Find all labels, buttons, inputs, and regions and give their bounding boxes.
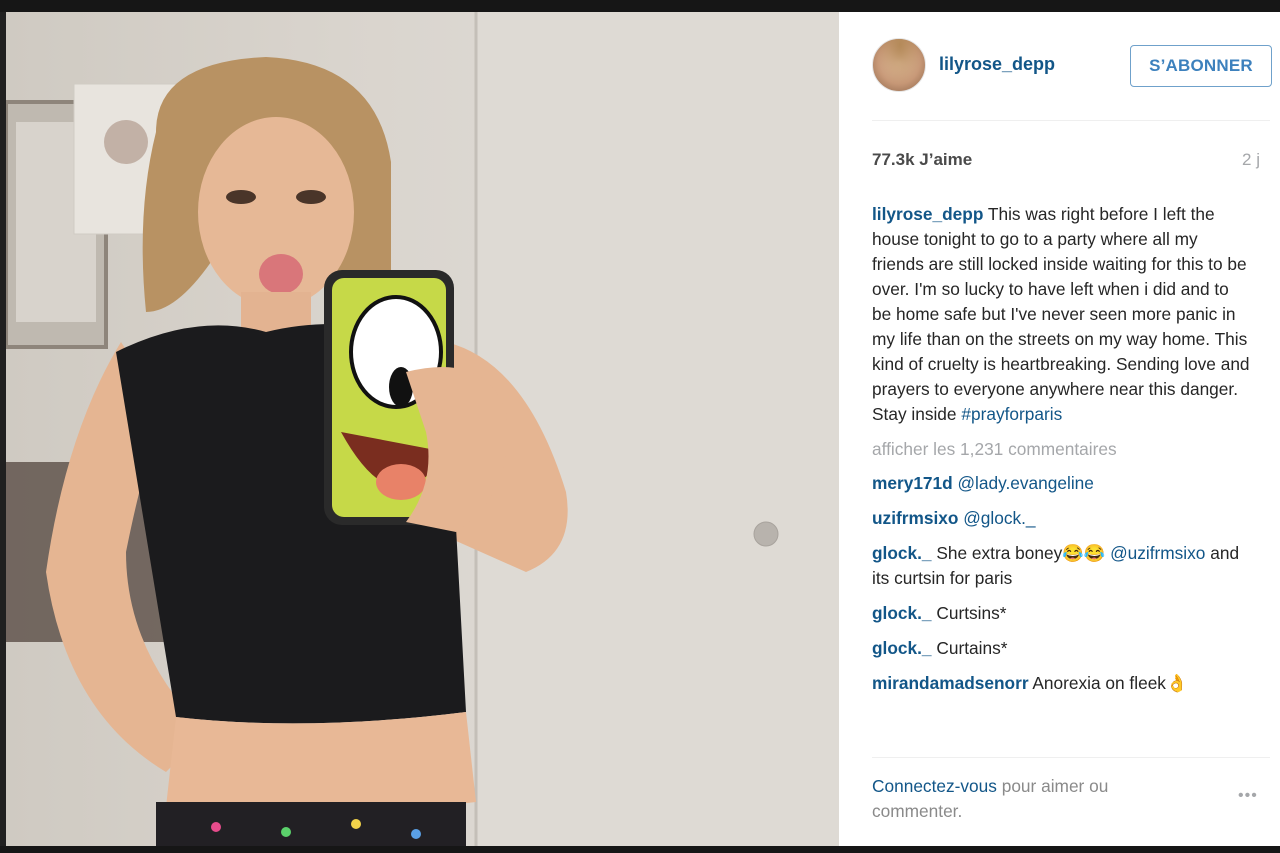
door-knob xyxy=(753,521,779,547)
caption: lilyrose_depp This was right before I le… xyxy=(872,202,1252,427)
comment-username[interactable]: mirandamadsenorr xyxy=(872,673,1029,693)
footer-divider xyxy=(872,757,1270,758)
login-prompt: Connectez-vous pour aimer ou commenter. xyxy=(872,774,1172,824)
login-link[interactable]: Connectez-vous xyxy=(872,776,997,796)
caption-username[interactable]: lilyrose_depp xyxy=(872,204,983,224)
pants-dot xyxy=(211,822,221,832)
comment-mention[interactable]: @uzifrmsixo xyxy=(1110,543,1205,563)
tongue xyxy=(259,254,303,294)
avatar-hair xyxy=(873,39,925,91)
comment-username[interactable]: glock._ xyxy=(872,543,932,563)
comment-item: glock._ She extra boney😂😂 @uzifrmsixo an… xyxy=(872,541,1252,591)
pants-dot xyxy=(351,819,361,829)
comments-feed: lilyrose_depp This was right before I le… xyxy=(872,202,1252,706)
comment-username[interactable]: mery171d xyxy=(872,473,953,493)
pants xyxy=(156,802,466,846)
post-sidebar: lilyrose_depp S’ABONNER 77.3k J’aime 2 j… xyxy=(839,12,1280,846)
left-eye xyxy=(226,190,256,204)
comment-text: Curtsins* xyxy=(936,603,1007,623)
comment-mention[interactable]: @glock._ xyxy=(963,508,1035,528)
pants-dot xyxy=(411,829,421,839)
comment-mention[interactable]: @lady.evangeline xyxy=(958,473,1094,493)
caption-hashtag[interactable]: #prayforparis xyxy=(961,404,1062,424)
comment-username[interactable]: uzifrmsixo xyxy=(872,508,958,528)
top-background-strip xyxy=(0,0,1280,12)
follow-button[interactable]: S’ABONNER xyxy=(1130,45,1272,87)
more-options-icon[interactable]: ••• xyxy=(1238,787,1258,805)
midriff xyxy=(166,712,476,814)
right-eye xyxy=(296,190,326,204)
view-all-comments-link[interactable]: afficher les 1,231 commentaires xyxy=(872,437,1252,462)
comment-username[interactable]: glock._ xyxy=(872,603,932,623)
comment-username[interactable]: glock._ xyxy=(872,638,932,658)
comment-item: glock._ Curtsins* xyxy=(872,601,1252,626)
comment-item: mery171d @lady.evangeline xyxy=(872,471,1252,496)
post-timestamp[interactable]: 2 j xyxy=(1242,150,1260,170)
selfie-illustration xyxy=(6,12,839,846)
comment-item: uzifrmsixo @glock._ xyxy=(872,506,1252,531)
post-username[interactable]: lilyrose_depp xyxy=(939,54,1055,75)
profile-avatar[interactable] xyxy=(872,38,926,92)
comment-text: She extra boney😂😂 xyxy=(936,543,1106,563)
poster-flower xyxy=(104,120,148,164)
goofy-tongue xyxy=(376,464,426,500)
header-divider xyxy=(872,120,1270,121)
post-photo[interactable] xyxy=(6,12,839,846)
pants-dot xyxy=(281,827,291,837)
caption-text: This was right before I left the house t… xyxy=(872,204,1250,424)
bottom-background-strip xyxy=(0,846,1280,853)
comment-text: Curtains* xyxy=(936,638,1008,658)
comment-text: Anorexia on fleek👌 xyxy=(1032,673,1188,693)
post-header: lilyrose_depp S’ABONNER xyxy=(839,12,1280,120)
comment-item: glock._ Curtains* xyxy=(872,636,1252,661)
likes-count[interactable]: 77.3k J’aime xyxy=(872,150,972,170)
comment-item: mirandamadsenorr Anorexia on fleek👌 xyxy=(872,671,1252,696)
